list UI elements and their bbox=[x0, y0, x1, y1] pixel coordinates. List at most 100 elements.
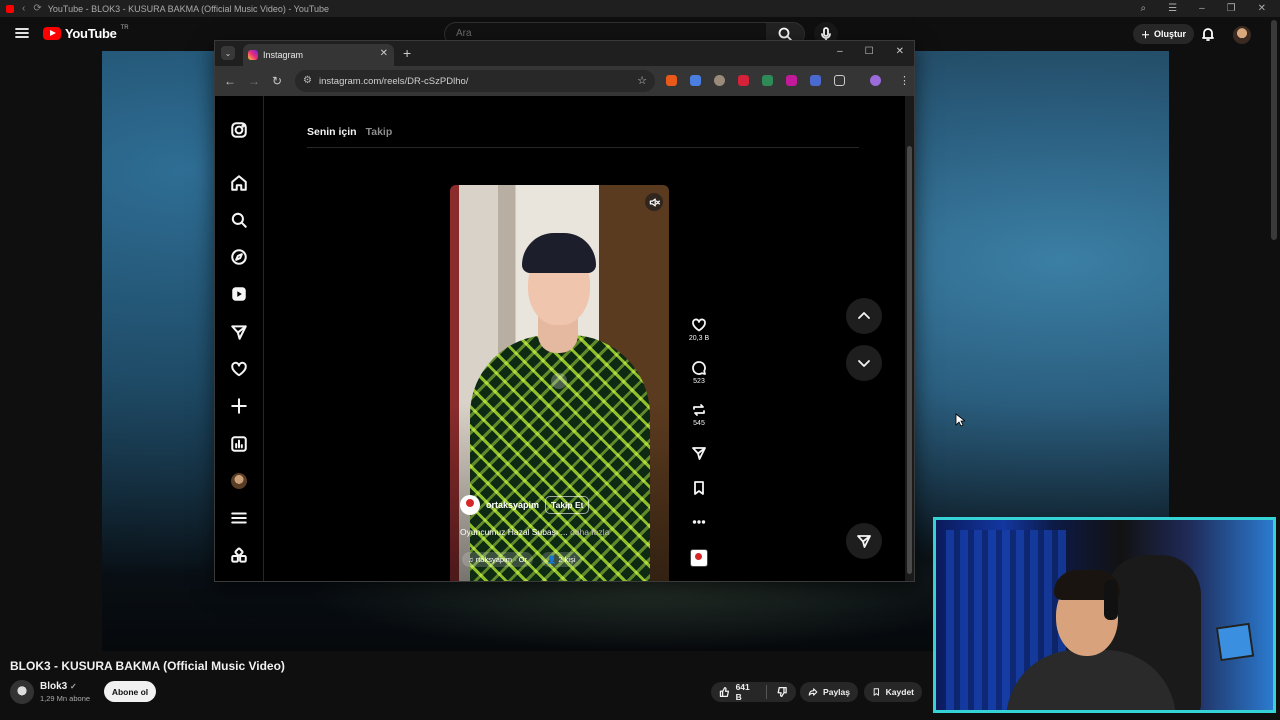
send-icon bbox=[857, 535, 871, 548]
search-icon[interactable] bbox=[229, 210, 249, 230]
bookmark-icon bbox=[694, 481, 704, 495]
chrome-menu-icon[interactable]: ⋮ bbox=[899, 74, 910, 87]
explore-compass-icon[interactable] bbox=[229, 247, 249, 267]
reel-caption[interactable]: Oyuncumuz Hazal Subaşı ... daha fazla bbox=[460, 527, 609, 537]
menu-lines-icon[interactable]: ☰ bbox=[1168, 3, 1177, 14]
audio-name: rtaksyapim · Or bbox=[475, 555, 527, 564]
repost-button[interactable]: 545 bbox=[683, 402, 715, 427]
extensions-puzzle-icon[interactable] bbox=[834, 75, 845, 86]
share-button[interactable]: Paylaş bbox=[800, 682, 858, 702]
like-count[interactable]: 641 B bbox=[736, 682, 758, 702]
chevron-down-icon bbox=[858, 360, 870, 367]
play-indicator-icon bbox=[551, 373, 567, 389]
tagged-count: 2 kişi bbox=[558, 555, 576, 564]
chevron-up-icon bbox=[858, 312, 870, 319]
save-label: Kaydet bbox=[885, 687, 914, 697]
author-username[interactable]: ortaksyapim bbox=[486, 500, 539, 510]
share-label: Paylaş bbox=[823, 687, 850, 697]
caption-more-link[interactable]: daha fazla bbox=[570, 527, 609, 537]
channel-avatar[interactable] bbox=[10, 680, 34, 704]
extension-icon[interactable] bbox=[810, 75, 821, 86]
instagram-page: Senin için Takip ortaksyapim Takip Et Oy… bbox=[215, 96, 914, 581]
audio-chip[interactable]: ♫ rtaksyapim · Or bbox=[462, 552, 533, 567]
dashboard-chart-icon[interactable] bbox=[229, 434, 249, 454]
notifications-bell-icon[interactable] bbox=[1200, 26, 1216, 42]
previous-reel-button[interactable] bbox=[846, 298, 882, 334]
notifications-heart-icon[interactable] bbox=[229, 359, 249, 379]
close-icon[interactable]: ✕ bbox=[896, 46, 904, 57]
thumbs-down-icon[interactable] bbox=[776, 686, 788, 698]
instagram-logo-icon[interactable] bbox=[229, 120, 249, 140]
account-avatar[interactable] bbox=[1233, 26, 1251, 44]
outer-tab-title[interactable]: YouTube - BLOK3 - KUSURA BAKMA (Official… bbox=[48, 4, 329, 14]
extension-icon[interactable] bbox=[786, 75, 797, 86]
home-icon[interactable] bbox=[229, 173, 249, 193]
hamburger-menu-icon[interactable] bbox=[14, 25, 30, 41]
apps-grid-icon[interactable] bbox=[229, 546, 249, 566]
close-icon[interactable]: ✕ bbox=[1258, 3, 1266, 14]
tab-instagram[interactable]: Instagram ✕ bbox=[243, 44, 394, 66]
instagram-sidebar bbox=[215, 96, 264, 581]
page-scrollbar[interactable] bbox=[1271, 20, 1277, 240]
comment-button[interactable]: 523 bbox=[683, 360, 715, 385]
reel-video[interactable]: ortaksyapim Takip Et Oyuncumuz Hazal Sub… bbox=[450, 185, 669, 581]
maximize-icon[interactable]: ☐ bbox=[865, 46, 874, 57]
create-button[interactable]: ＋ Oluştur bbox=[1133, 24, 1195, 44]
youtube-logo-text: YouTube bbox=[65, 26, 117, 41]
extension-icon[interactable] bbox=[714, 75, 725, 86]
follow-button[interactable]: Takip Et bbox=[545, 496, 590, 514]
extension-icon[interactable] bbox=[666, 75, 677, 86]
create-plus-icon[interactable] bbox=[229, 396, 249, 416]
instagram-favicon-icon bbox=[248, 50, 258, 60]
bookmark-star-icon[interactable]: ☆ bbox=[637, 74, 647, 87]
youtube-logo[interactable]: YouTube TR bbox=[43, 25, 129, 41]
extension-icon[interactable] bbox=[762, 75, 773, 86]
share-arrow-icon bbox=[808, 688, 818, 696]
minimize-icon[interactable]: – bbox=[837, 46, 843, 57]
audio-thumbnail[interactable] bbox=[690, 549, 708, 567]
thumbs-up-icon[interactable] bbox=[719, 686, 731, 698]
address-url[interactable]: instagram.com/reels/DR-cSzPDlho/ bbox=[319, 76, 468, 87]
reel-author: ortaksyapim Takip Et bbox=[460, 495, 590, 515]
tab-for-you[interactable]: Senin için bbox=[307, 126, 357, 138]
instagram-scrollbar[interactable] bbox=[905, 96, 914, 581]
search-tabs-icon[interactable]: ⌕ bbox=[1141, 3, 1147, 14]
tagged-people-chip[interactable]: 👤 2 kişi bbox=[540, 552, 582, 567]
save-button[interactable]: Kaydet bbox=[864, 682, 922, 702]
profile-avatar[interactable] bbox=[870, 75, 881, 86]
reload-icon[interactable]: ⟳ bbox=[33, 3, 41, 14]
reload-icon[interactable]: ↻ bbox=[272, 74, 282, 88]
address-bar[interactable]: ⚙ instagram.com/reels/DR-cSzPDlho/ ☆ bbox=[295, 70, 655, 92]
instagram-browser-window: ⌄ Instagram ✕ + – ☐ ✕ ← → ↻ ⚙ instagram.… bbox=[214, 40, 915, 582]
restore-icon[interactable]: ❐ bbox=[1227, 3, 1236, 14]
tab-close-icon[interactable]: ✕ bbox=[380, 48, 388, 59]
direct-messages-button[interactable] bbox=[846, 523, 882, 559]
comment-bubble-icon bbox=[692, 361, 706, 375]
mute-toggle-button[interactable] bbox=[645, 193, 663, 211]
new-tab-plus-icon[interactable]: + bbox=[403, 45, 411, 61]
messages-send-icon[interactable] bbox=[229, 322, 249, 342]
reels-icon[interactable] bbox=[229, 284, 249, 304]
next-reel-button[interactable] bbox=[846, 345, 882, 381]
forward-arrow-icon[interactable]: → bbox=[248, 74, 260, 88]
chrome-toolbar: ← → ↻ ⚙ instagram.com/reels/DR-cSzPDlho/… bbox=[215, 66, 914, 96]
extension-icon[interactable] bbox=[738, 75, 749, 86]
author-avatar[interactable] bbox=[460, 495, 480, 515]
more-options-button[interactable] bbox=[683, 514, 715, 530]
tab-search-chevron-icon[interactable]: ⌄ bbox=[221, 46, 235, 60]
tab-following[interactable]: Takip bbox=[366, 126, 393, 138]
share-button[interactable] bbox=[683, 445, 715, 461]
like-button[interactable]: 20,3 B bbox=[683, 317, 715, 342]
back-arrow-icon[interactable]: ← bbox=[224, 74, 236, 88]
channel-name-row[interactable]: Blok3 ✓ bbox=[40, 681, 77, 692]
subscribe-button[interactable]: Abone ol bbox=[104, 681, 156, 702]
back-arrow-icon[interactable]: ‹ bbox=[22, 3, 25, 14]
channel-name[interactable]: Blok3 bbox=[40, 681, 67, 692]
more-menu-icon[interactable] bbox=[229, 508, 249, 528]
headphones-icon bbox=[1104, 580, 1118, 620]
minimize-icon[interactable]: – bbox=[1199, 3, 1205, 14]
translate-extension-icon[interactable] bbox=[690, 75, 701, 86]
profile-avatar[interactable] bbox=[229, 471, 249, 491]
site-info-icon[interactable]: ⚙ bbox=[303, 75, 312, 86]
save-button[interactable] bbox=[683, 480, 715, 496]
